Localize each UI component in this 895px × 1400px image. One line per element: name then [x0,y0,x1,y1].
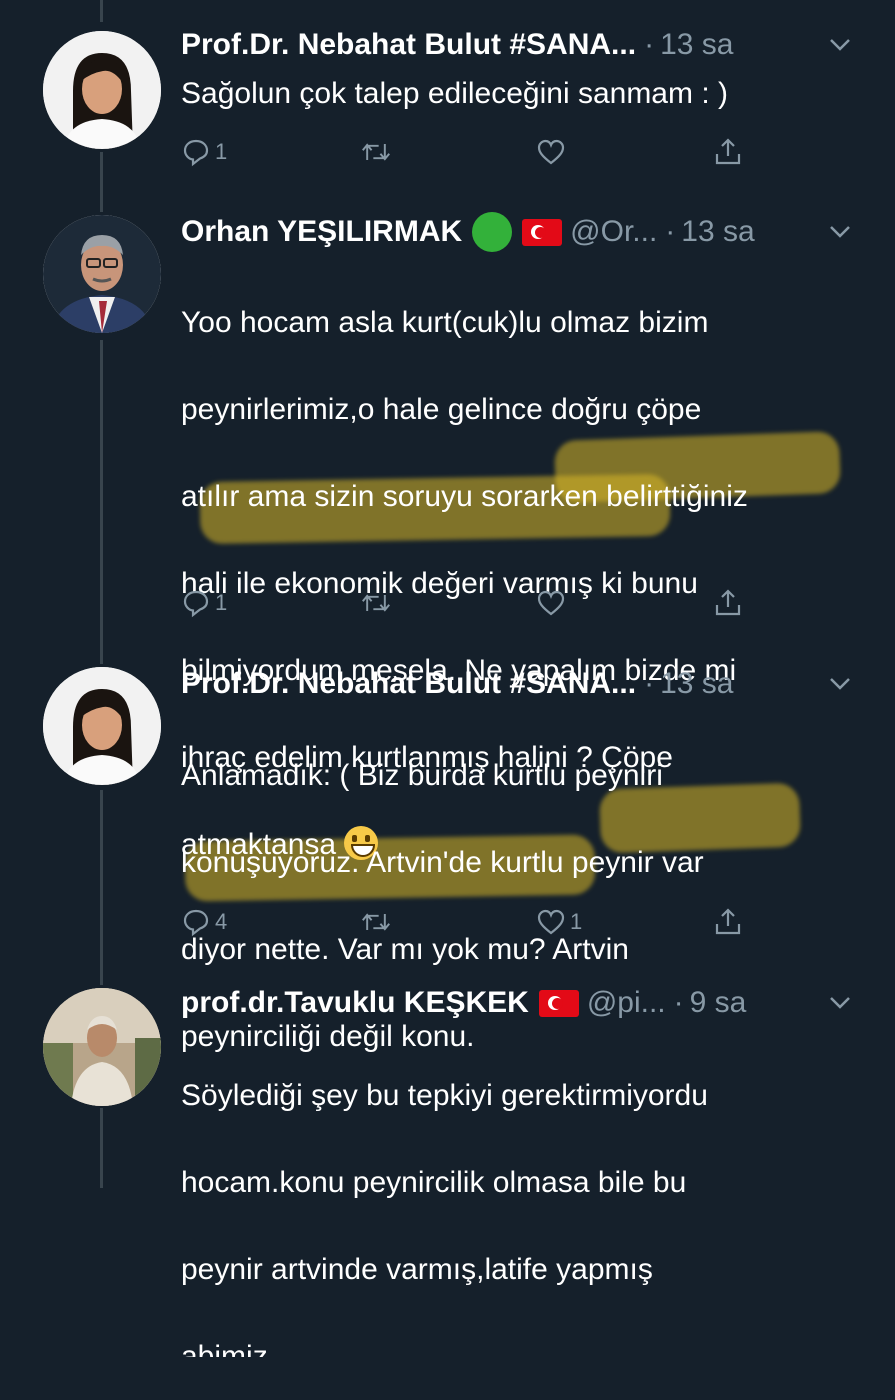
retweet-icon [362,143,390,161]
reply-count: 1 [215,139,228,164]
separator-dot: · [665,215,676,248]
share-button[interactable] [713,904,743,940]
retweet-button[interactable] [361,585,391,621]
display-name[interactable]: Prof.Dr. Nebahat Bulut #SANA... [181,667,636,701]
display-name[interactable]: prof.dr.Tavuklu KEŞKEK [181,986,529,1020]
thread-line-top [100,0,103,22]
thread-line-1 [100,152,103,212]
avatar[interactable] [43,31,161,149]
text-line: Anlamadık: ( Biz burda kurtlu peyniri [181,758,663,792]
thread-line-2 [100,340,103,664]
text-line: konuşuyoruz. Artvin'de kurtlu peynir var [181,845,704,879]
reply-count: 4 [215,909,228,934]
like-button[interactable] [536,585,570,621]
thread-line-3 [100,790,103,985]
retweet-button[interactable] [361,134,391,170]
tweet-actions: 1 [181,134,781,170]
tweet-header: Orhan YEŞILIRMAK @Or... · 13 sa [181,212,855,252]
tweet-header: prof.dr.Tavuklu KEŞKEK @pi... · 9 sa [181,983,855,1023]
chevron-down-icon[interactable] [825,987,855,1017]
chevron-down-icon[interactable] [825,668,855,698]
turkey-flag-icon [522,218,563,246]
tweet-text: Söylediği şey bu tepkiyi gerektirmiyordu… [181,1030,861,1400]
retweet-icon [362,594,390,612]
thread-line-4 [100,1108,103,1188]
chevron-down-icon[interactable] [825,216,855,246]
reply-icon [183,590,209,618]
share-icon [715,589,741,616]
tweet-text: Sağolun çok talep edileceğini sanmam : ) [181,77,728,110]
text-line: peynir artvinde varmış,latife yapmış [181,1252,653,1286]
reply-count: 1 [215,590,228,615]
green-circle-icon [472,212,513,252]
timestamp[interactable]: 13 sa [660,28,733,62]
chevron-down-icon[interactable] [825,29,855,59]
heart-icon [537,909,565,935]
tweet-header: Prof.Dr. Nebahat Bulut #SANA... · 13 sa [181,664,855,704]
like-button[interactable]: 1 [536,904,582,940]
separator-dot: · [644,667,655,700]
separator-dot: · [644,28,655,61]
like-button[interactable] [536,134,570,170]
tweet-actions: 4 1 [181,904,781,940]
handle[interactable]: @Or... [570,215,657,249]
text-line: peynirlerimiz,o hale gelince doğru çöpe [181,392,702,426]
reply-button[interactable]: 1 [181,134,227,170]
share-button[interactable] [713,585,743,621]
tweet-header: Prof.Dr. Nebahat Bulut #SANA... · 13 sa [181,25,855,65]
timestamp[interactable]: 13 sa [681,215,754,249]
share-button[interactable] [713,134,743,170]
text-line: atılır ama sizin soruyu sorarken belirtt… [181,479,748,513]
avatar[interactable] [43,667,161,785]
reply-button[interactable]: 4 [181,904,227,940]
text-line: Söylediği şey bu tepkiyi gerektirmiyordu [181,1078,708,1112]
like-count: 1 [570,909,583,934]
heart-icon [537,139,565,165]
share-icon [715,908,741,935]
timestamp[interactable]: 9 sa [690,986,747,1020]
tweet-actions: 1 [181,585,781,621]
text-line: Yoo hocam asla kurt(cuk)lu olmaz bizim [181,305,709,339]
turkey-flag-icon [538,989,579,1017]
heart-icon [537,590,565,616]
separator-dot: · [673,986,684,1019]
display-name[interactable]: Orhan YEŞILIRMAK [181,215,462,249]
reply-icon [183,909,209,937]
text-line: abimiz [181,1339,268,1357]
text-line: hocam.konu peynircilik olmasa bile bu [181,1165,687,1199]
reply-icon [183,139,209,167]
share-icon [715,138,741,165]
retweet-button[interactable] [361,904,391,940]
avatar[interactable] [43,988,161,1106]
retweet-icon [362,913,390,931]
reply-button[interactable]: 1 [181,585,227,621]
display-name[interactable]: Prof.Dr. Nebahat Bulut #SANA... [181,28,636,62]
handle[interactable]: @pi... [587,986,666,1020]
avatar[interactable] [43,215,161,333]
timestamp[interactable]: 13 sa [660,667,733,701]
